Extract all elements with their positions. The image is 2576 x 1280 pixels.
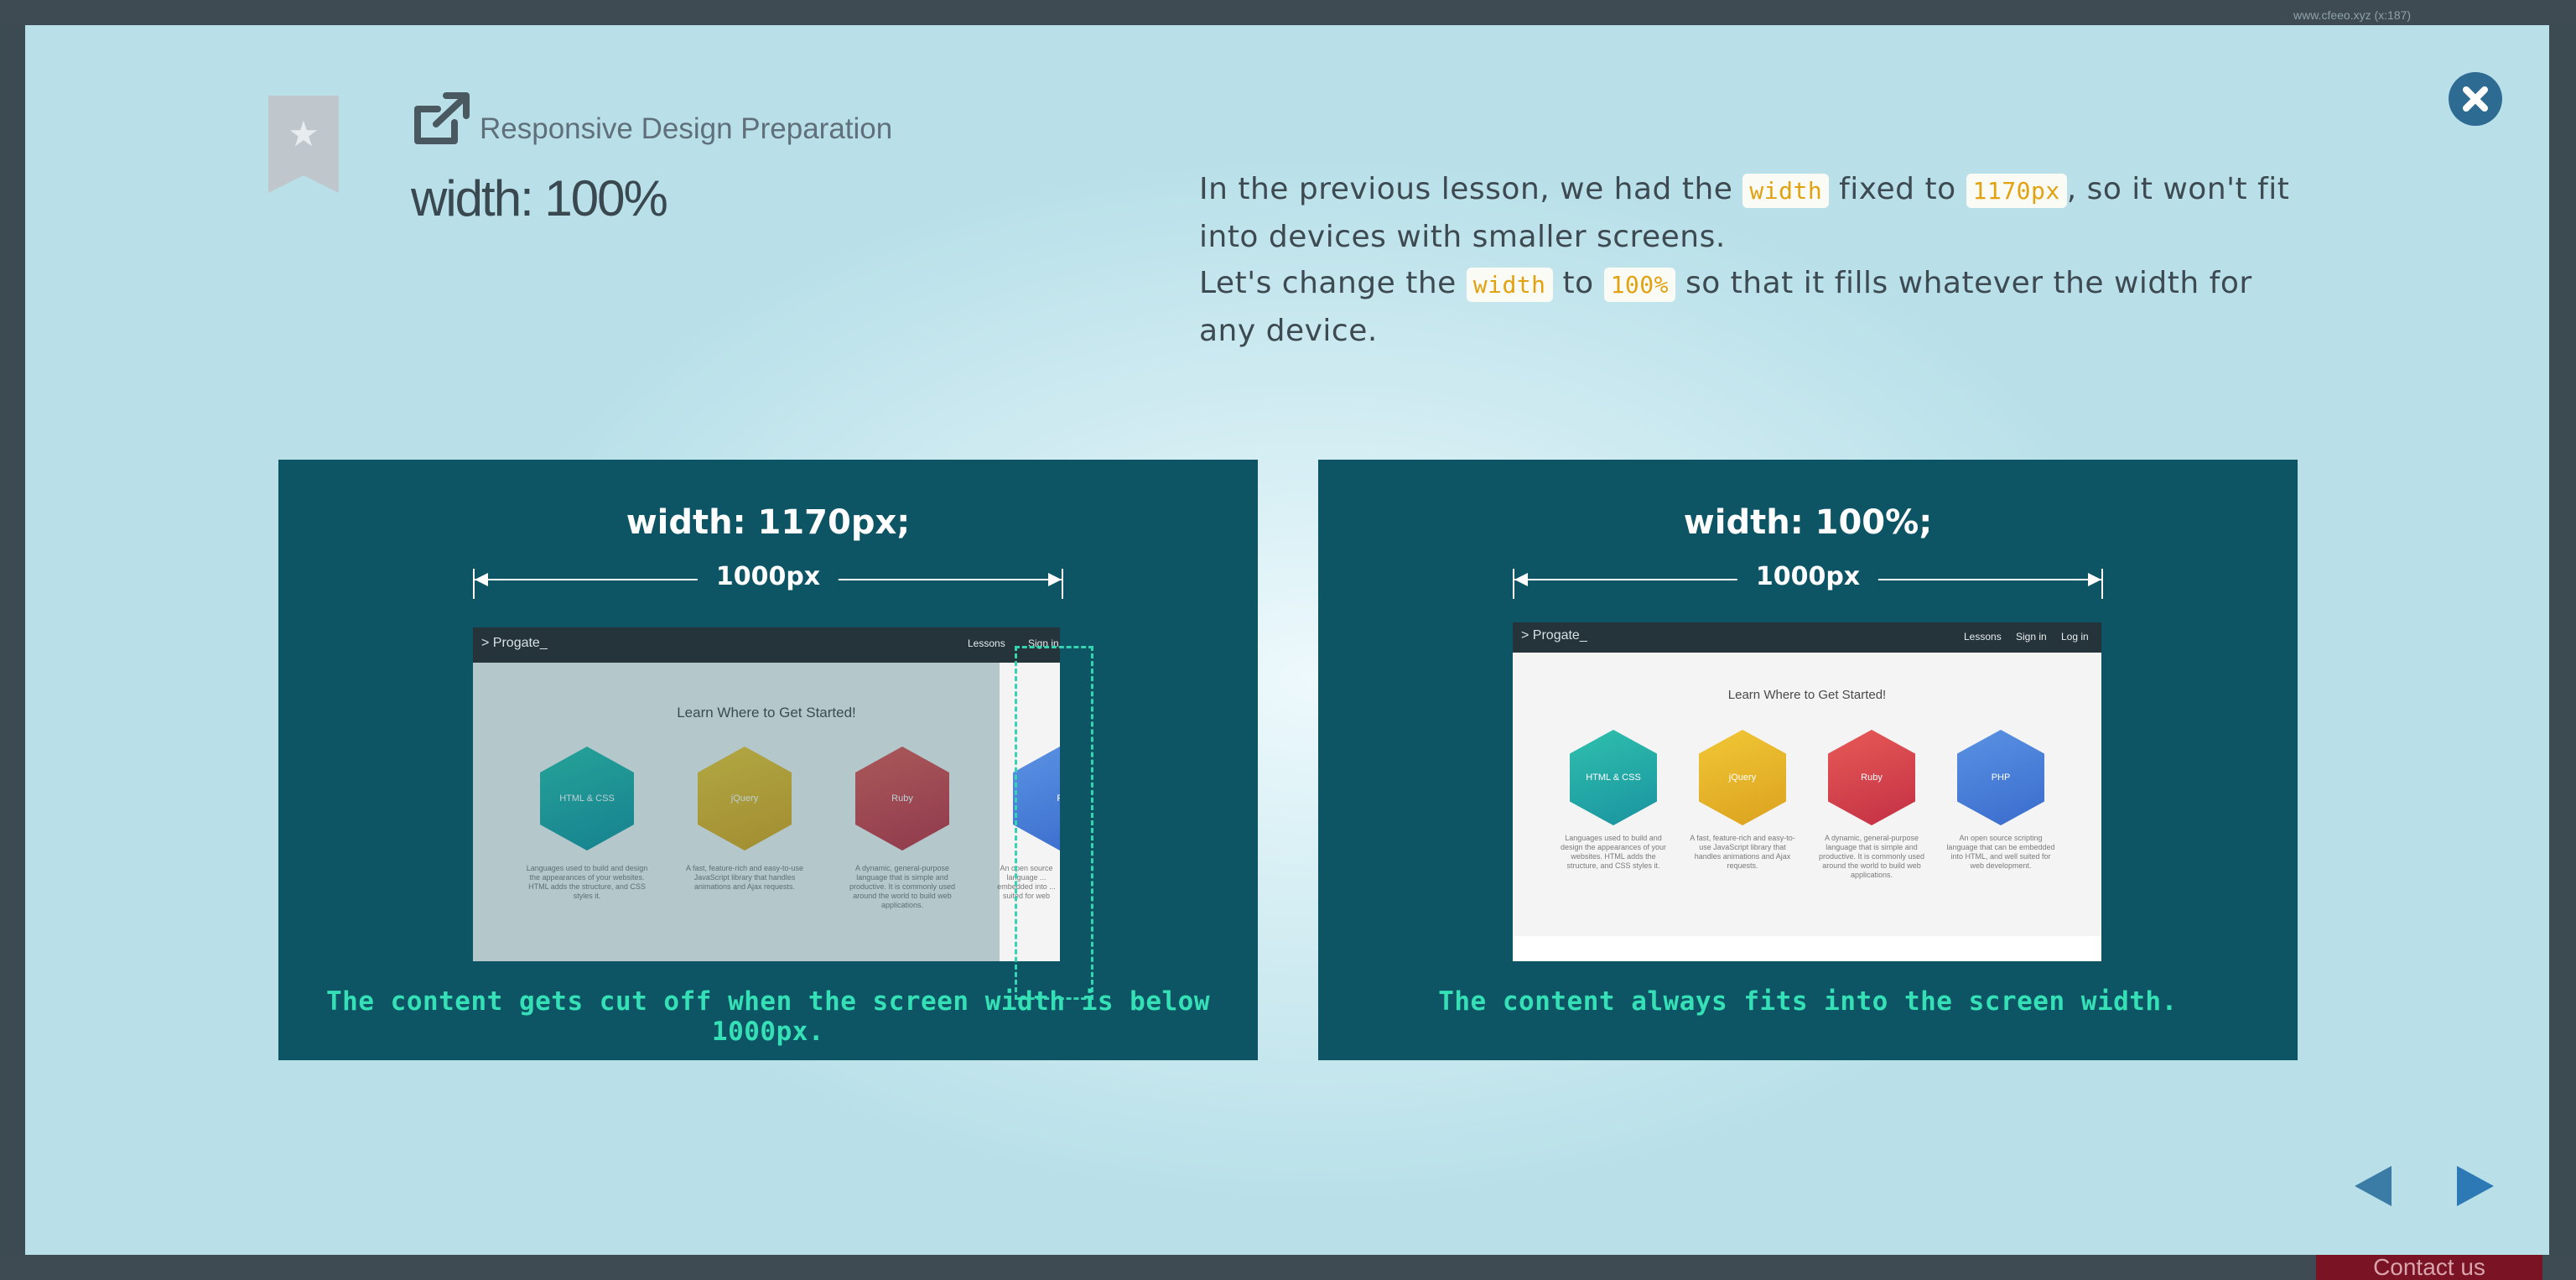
comparison-panel-fixed-width: width: 1170px; 1000px > Progate_ Lessons… (278, 460, 1258, 1060)
background-url-text: www.cfeeo.xyz (x:187) (2293, 8, 2412, 22)
panel-title: width: 1170px; (626, 503, 911, 542)
desc-text: In the previous lesson, we had the (1199, 172, 1743, 206)
lesson-description: In the previous lesson, we had the width… (1199, 166, 2306, 354)
triangle-right-icon (2457, 1166, 2494, 1206)
previous-slide-button[interactable] (2353, 1164, 2393, 1208)
inline-code: width (1466, 268, 1553, 302)
desc-text: to (1552, 266, 1604, 300)
panel-caption: The content gets cut off when the screen… (326, 986, 1210, 1047)
dimension-arrow: 1000px (473, 562, 1063, 599)
mock-nav-item: Lessons (968, 637, 1005, 649)
panel-title: width: 100%; (1683, 503, 1933, 542)
mock-navbar: > Progate_ Lessons Sign in (473, 627, 1060, 663)
website-mockup: > Progate_ Lessons Sign in Learn Where t… (473, 627, 1060, 961)
next-slide-button[interactable] (2455, 1164, 2496, 1208)
triangle-left-icon (2355, 1166, 2392, 1206)
desc-text: Let's change the (1199, 266, 1467, 300)
panel-caption: The content always fits into the screen … (1438, 986, 2178, 1017)
comparison-panel-fluid-width: width: 100%; 1000px > Progate_ Lessons S… (1318, 460, 2298, 1060)
website-mockup: > Progate_ Lessons Sign in Log in Learn … (1513, 622, 2101, 961)
contact-us-button[interactable]: Contact us (2316, 1255, 2542, 1280)
lesson-slide-modal: ★ Responsive Design Preparation width: 1… (25, 25, 2549, 1255)
mock-navbar: > Progate_ Lessons Sign in Log in (1513, 622, 2101, 653)
mock-nav-item: Log in (2061, 631, 2089, 643)
dimension-label: 1000px (1737, 562, 1879, 591)
bookmark-star-icon[interactable]: ★ (268, 96, 339, 193)
mock-footer (1513, 936, 2101, 961)
lesson-category: Responsive Design Preparation (480, 112, 893, 145)
visible-area-overlay (473, 663, 1000, 961)
inline-code: width (1742, 174, 1830, 208)
desc-text: fixed to (1829, 172, 1966, 206)
mock-logo: > Progate_ (1521, 628, 1587, 643)
external-link-icon[interactable] (413, 91, 473, 146)
mock-heading: Learn Where to Get Started! (1727, 688, 1887, 702)
hex-card-description: An open source scripting language that c… (1946, 834, 2055, 870)
hex-card-description: A dynamic, general-purpose language that… (1818, 834, 1925, 879)
background-app-header: www.cfeeo.xyz (x:187) (0, 0, 2576, 25)
mock-logo: > Progate_ (481, 636, 548, 650)
hex-card-php: PHP (1957, 730, 2044, 825)
mock-nav-item: Sign in (2016, 631, 2047, 643)
close-icon (2463, 86, 2488, 112)
inline-code: 100% (1603, 268, 1676, 302)
hex-card-jquery: jQuery (1699, 730, 1786, 825)
hex-card-description: A fast, feature-rich and easy-to-use Jav… (1690, 834, 1795, 870)
background-app-footer: Contact us (0, 1255, 2576, 1280)
cutoff-highlight-box (1015, 646, 1093, 1000)
close-button[interactable] (2449, 72, 2502, 126)
dimension-arrow: 1000px (1513, 562, 2103, 599)
hex-card-ruby: Ruby (1828, 730, 1915, 825)
star-icon: ★ (288, 113, 319, 154)
inline-code: 1170px (1966, 174, 2067, 208)
mock-nav-item: Lessons (1964, 631, 2002, 643)
lesson-title: width: 100% (411, 170, 668, 226)
dimension-label: 1000px (697, 562, 839, 591)
hex-card-html-css: HTML & CSS (1570, 730, 1657, 825)
hex-card-description: Languages used to build and design the a… (1560, 834, 1667, 870)
